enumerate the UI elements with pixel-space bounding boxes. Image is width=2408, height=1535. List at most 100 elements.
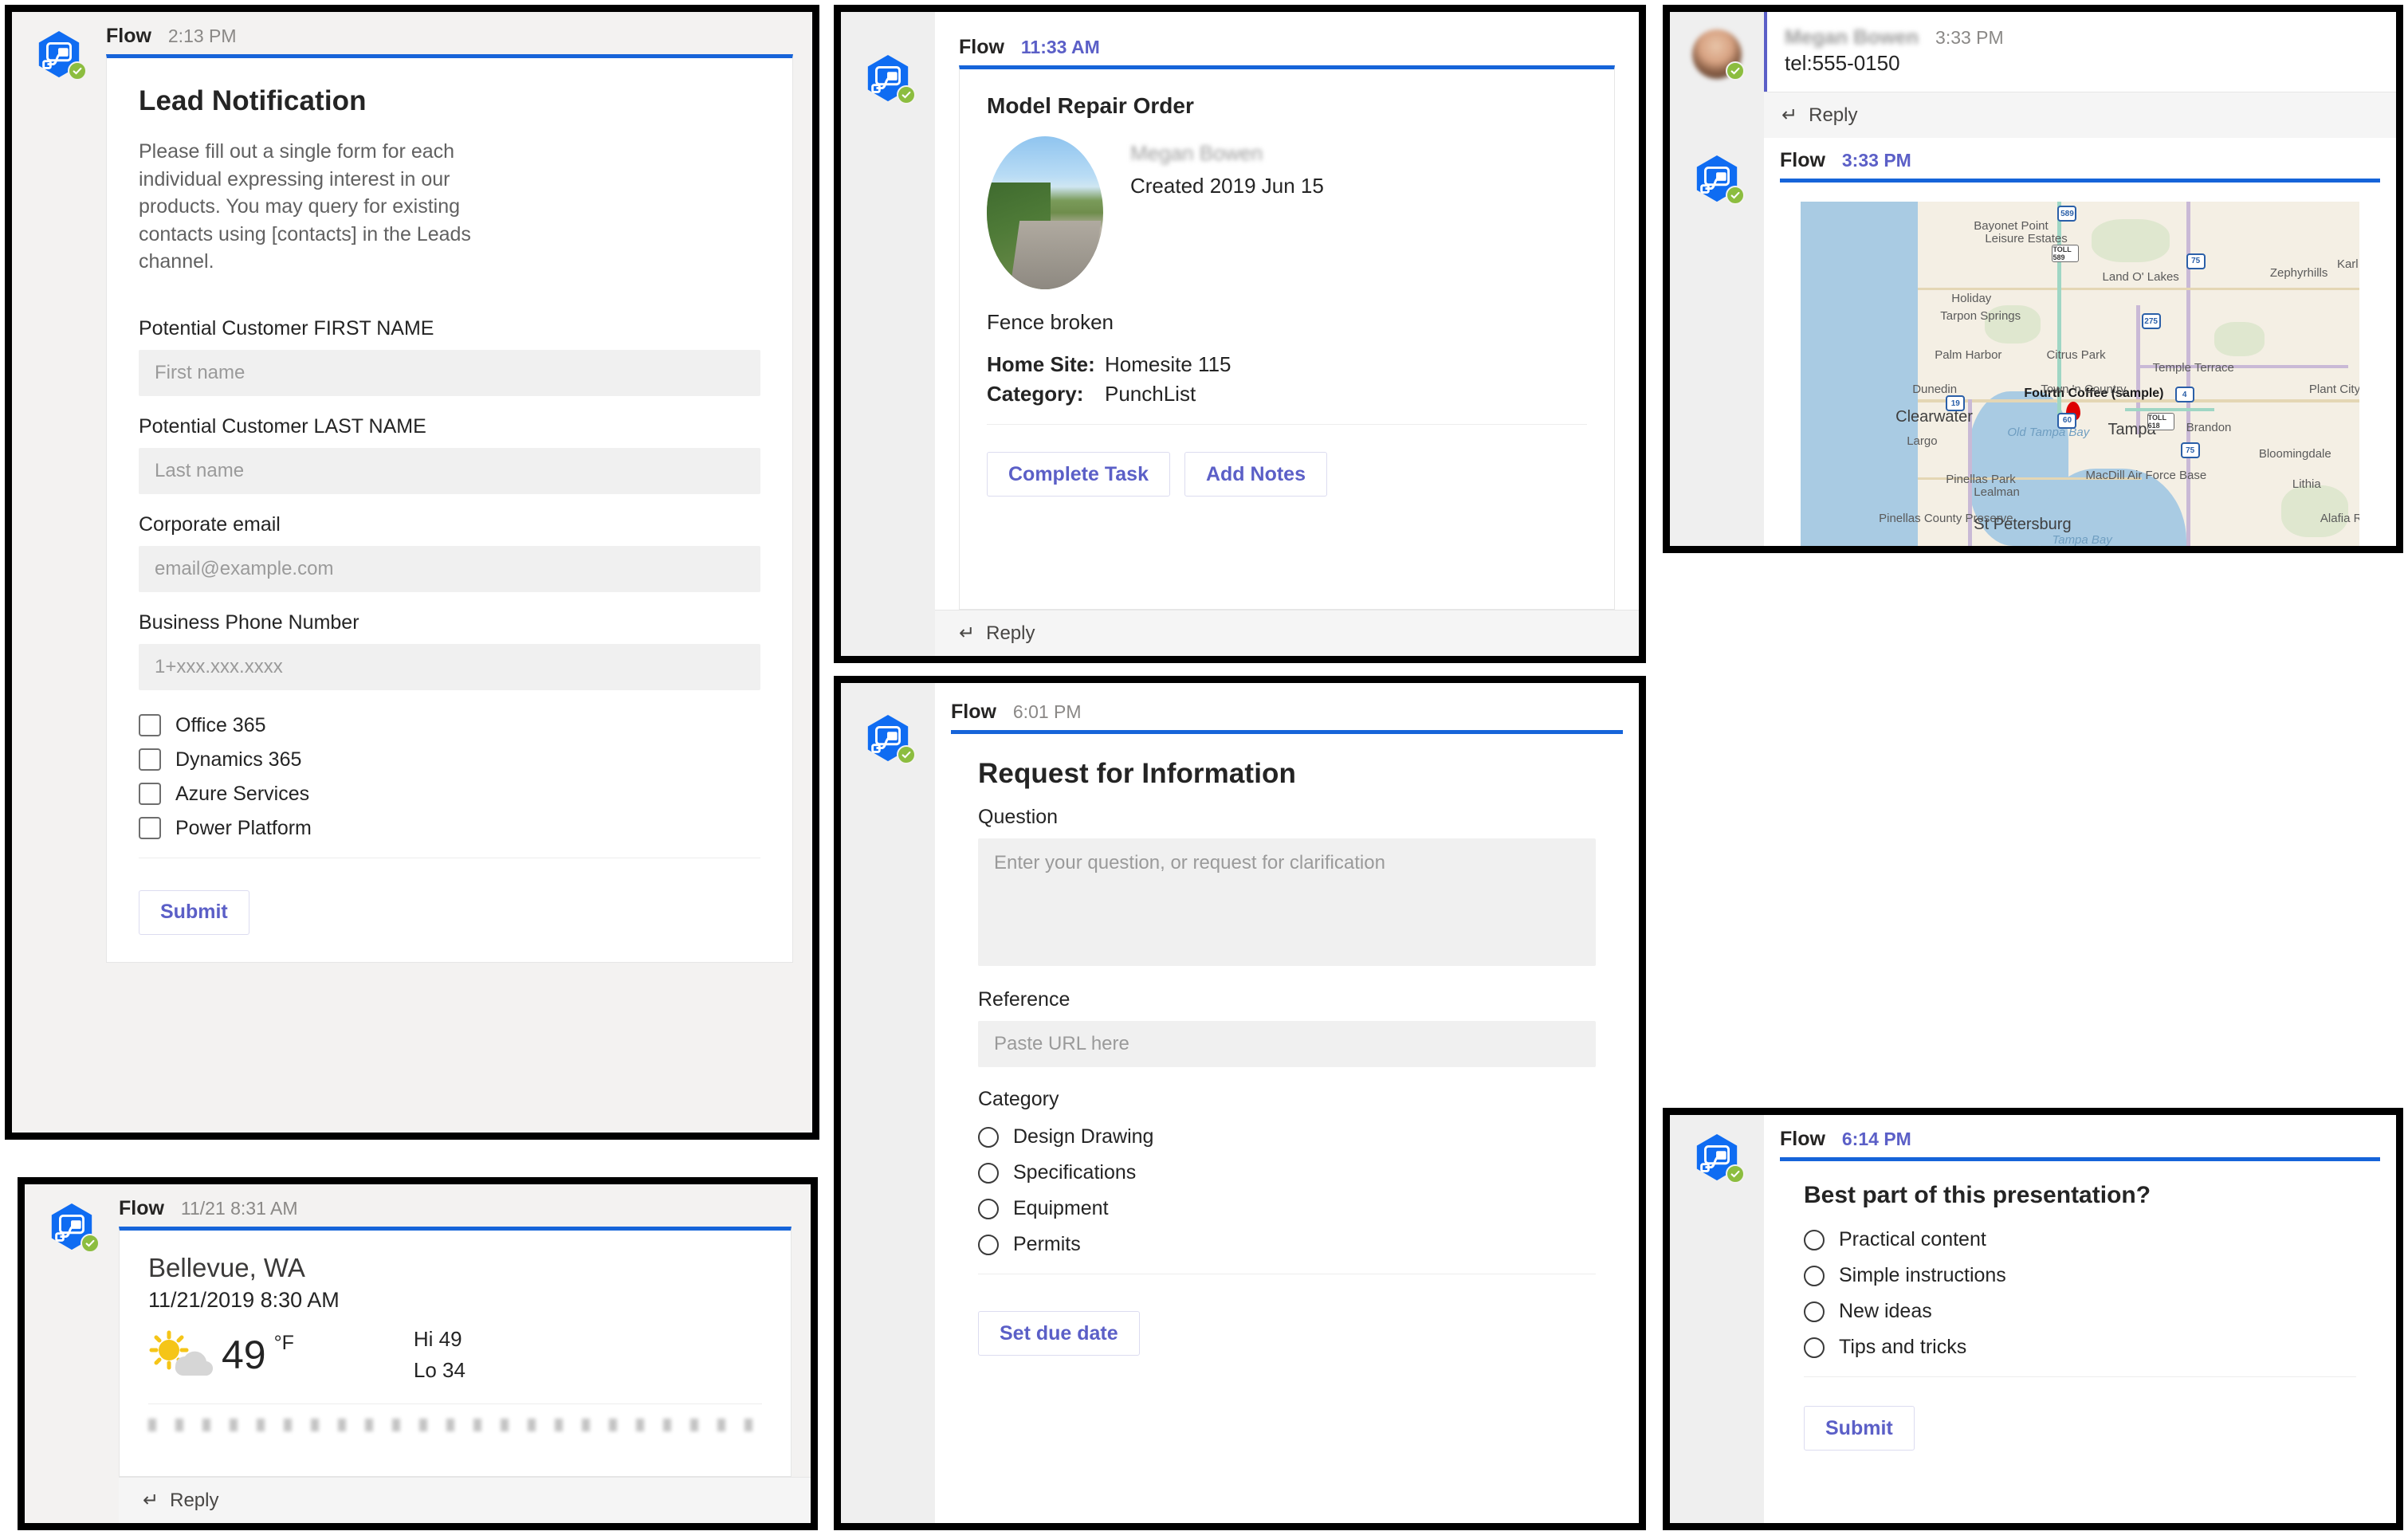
message-header: Flow 11:33 AM: [935, 12, 1639, 65]
timestamp: 6:01 PM: [1012, 701, 1082, 722]
message-gutter: [1670, 138, 1764, 546]
map-place-label: Lealman: [1974, 485, 2020, 500]
repair-summary: Fence broken: [987, 310, 1114, 334]
question-label: Question: [978, 806, 1059, 828]
corporate-email-input[interactable]: email@example.com: [139, 545, 760, 592]
adaptive-card-contact: Fourth Coffee (sample) Bayonet Point Leis…: [1780, 179, 2380, 547]
detail-row-home-site: Home Site: Homesite 115: [987, 352, 1587, 377]
map-highway-shield: 275: [2141, 313, 2161, 330]
checkbox-icon[interactable]: [139, 714, 161, 736]
timestamp: 3:33 PM: [1841, 150, 1911, 171]
reference-input[interactable]: Paste URL here: [978, 1021, 1596, 1067]
radio-new-ideas[interactable]: New ideas: [1804, 1300, 2356, 1323]
radio-equipment[interactable]: Equipment: [978, 1197, 1596, 1220]
radio-icon[interactable]: [978, 1162, 999, 1184]
checkbox-label: Power Platform: [175, 816, 312, 839]
checkbox-power-platform[interactable]: Power Platform: [139, 817, 760, 840]
field-label: Corporate email: [139, 512, 281, 536]
flow-connector-icon: [34, 29, 87, 80]
sender-name: Flow: [959, 36, 1004, 58]
reference-label: Reference: [978, 988, 1070, 1011]
panel-lead-notification: Flow 2:13 PM Lead Notification Please fi…: [5, 5, 819, 1140]
map-place-label: MacDill Air Force Base: [2085, 468, 2207, 482]
first-name-input[interactable]: First name: [139, 349, 760, 396]
checkbox-dynamics-365[interactable]: Dynamics 365: [139, 748, 760, 771]
map-place-label: Pinellas County Preserve: [1879, 511, 2013, 525]
checkbox-icon[interactable]: [139, 783, 161, 805]
weather-hi-lo: Hi 49 Lo 34: [414, 1324, 465, 1386]
checkbox-azure-services[interactable]: Azure Services: [139, 783, 760, 806]
bing-map[interactable]: Fourth Coffee (sample) Bayonet Point Leis…: [1801, 202, 2359, 547]
message-text: tel:555-0150: [1785, 51, 1900, 75]
radio-icon[interactable]: [1804, 1301, 1825, 1322]
weather-city: Bellevue, WA: [148, 1253, 305, 1282]
message-gutter: [1670, 1115, 1764, 1523]
radio-practical-content[interactable]: Practical content: [1804, 1228, 2356, 1251]
reply-bar[interactable]: ↵ Reply: [1764, 92, 2396, 138]
radio-design-drawing[interactable]: Design Drawing: [978, 1125, 1596, 1148]
submit-button[interactable]: Submit: [1804, 1406, 1915, 1451]
timestamp: 3:33 PM: [1935, 27, 2004, 48]
business-phone-input[interactable]: 1+xxx.xxx.xxxx: [139, 643, 760, 690]
add-notes-button[interactable]: Add Notes: [1184, 452, 1327, 497]
checkbox-icon[interactable]: [139, 817, 161, 839]
map-highway-shield: 4: [2174, 387, 2194, 403]
radio-icon[interactable]: [978, 1198, 999, 1219]
radio-icon[interactable]: [978, 1126, 999, 1148]
timestamp: 2:13 PM: [167, 26, 237, 46]
radio-icon[interactable]: [1804, 1229, 1825, 1250]
radio-tips-and-tricks[interactable]: Tips and tricks: [1804, 1336, 2356, 1359]
last-name-input[interactable]: Last name: [139, 447, 760, 494]
map-highway-shield: 75: [2186, 253, 2206, 269]
detail-value: Homesite 115: [1105, 352, 1231, 376]
message-gutter: [841, 12, 935, 656]
card-description: Please fill out a single form for each i…: [139, 140, 471, 273]
radio-label: Permits: [1013, 1233, 1081, 1255]
map-place-label: Plant City: [2308, 382, 2359, 396]
reply-arrow-icon: ↵: [959, 622, 976, 644]
panel-model-repair-order: Flow 11:33 AM Model Repair Order Megan B…: [834, 5, 1646, 663]
field-corporate-email: Corporate email email@example.com: [139, 513, 760, 592]
verified-badge-icon: [1726, 61, 1745, 80]
sender-name: Flow: [1780, 1128, 1825, 1150]
verified-badge-icon: [1726, 1164, 1745, 1184]
sender-name: Flow: [119, 1197, 164, 1219]
reply-bar[interactable]: ↵ Reply: [935, 610, 1639, 656]
radio-permits[interactable]: Permits: [978, 1233, 1596, 1256]
checkbox-office-365[interactable]: Office 365: [139, 714, 760, 737]
reply-label: Reply: [170, 1489, 219, 1511]
complete-task-button[interactable]: Complete Task: [987, 452, 1170, 497]
detail-key: Home Site:: [987, 352, 1095, 376]
radio-icon[interactable]: [978, 1234, 999, 1255]
message-header: Flow 6:01 PM: [935, 683, 1639, 730]
radio-label: Simple instructions: [1839, 1264, 2006, 1286]
set-due-date-button[interactable]: Set due date: [978, 1311, 1140, 1356]
map-place-label: Citrus Park: [2046, 347, 2106, 362]
reply-arrow-icon: ↵: [1781, 104, 1798, 126]
weather-datetime: 11/21/2019 8:30 AM: [148, 1288, 340, 1312]
map-place-label: Bloomingdale: [2258, 446, 2331, 461]
panel-contact-map: Megan Bowen 3:33 PM tel:555-0150 ↵ Reply: [1663, 5, 2403, 553]
poll-radio-group: Practical content Simple instructions Ne…: [1804, 1228, 2356, 1359]
question-textarea[interactable]: Enter your question, or request for clar…: [978, 838, 1596, 966]
map-place-label: Land O' Lakes: [2102, 270, 2179, 285]
submit-button[interactable]: Submit: [139, 889, 249, 935]
radio-icon[interactable]: [1804, 1337, 1825, 1358]
person-name: Megan Bowen: [1130, 141, 1263, 165]
message-gutter: [25, 1184, 119, 1523]
flow-connector-icon: [1692, 154, 1745, 205]
card-title: Lead Notification: [139, 85, 367, 116]
flow-connector-icon: [863, 53, 916, 104]
map-place-label: Pinellas Park: [1946, 473, 2016, 487]
map-water-label: Old Tampa Bay: [2007, 425, 2090, 439]
reply-bar[interactable]: ↵ Reply: [119, 1477, 811, 1523]
checkbox-icon[interactable]: [139, 748, 161, 771]
flow-connector-icon: [47, 1202, 100, 1253]
radio-specifications[interactable]: Specifications: [978, 1161, 1596, 1184]
radio-icon[interactable]: [1804, 1265, 1825, 1286]
verified-badge-icon: [68, 61, 87, 80]
panel-weather: Flow 11/21 8:31 AM Bellevue, WA 11/21/20…: [18, 1177, 818, 1530]
timestamp: 11/21 8:31 AM: [180, 1198, 298, 1219]
radio-simple-instructions[interactable]: Simple instructions: [1804, 1264, 2356, 1287]
map-water-label: Tampa Bay: [2052, 532, 2112, 547]
